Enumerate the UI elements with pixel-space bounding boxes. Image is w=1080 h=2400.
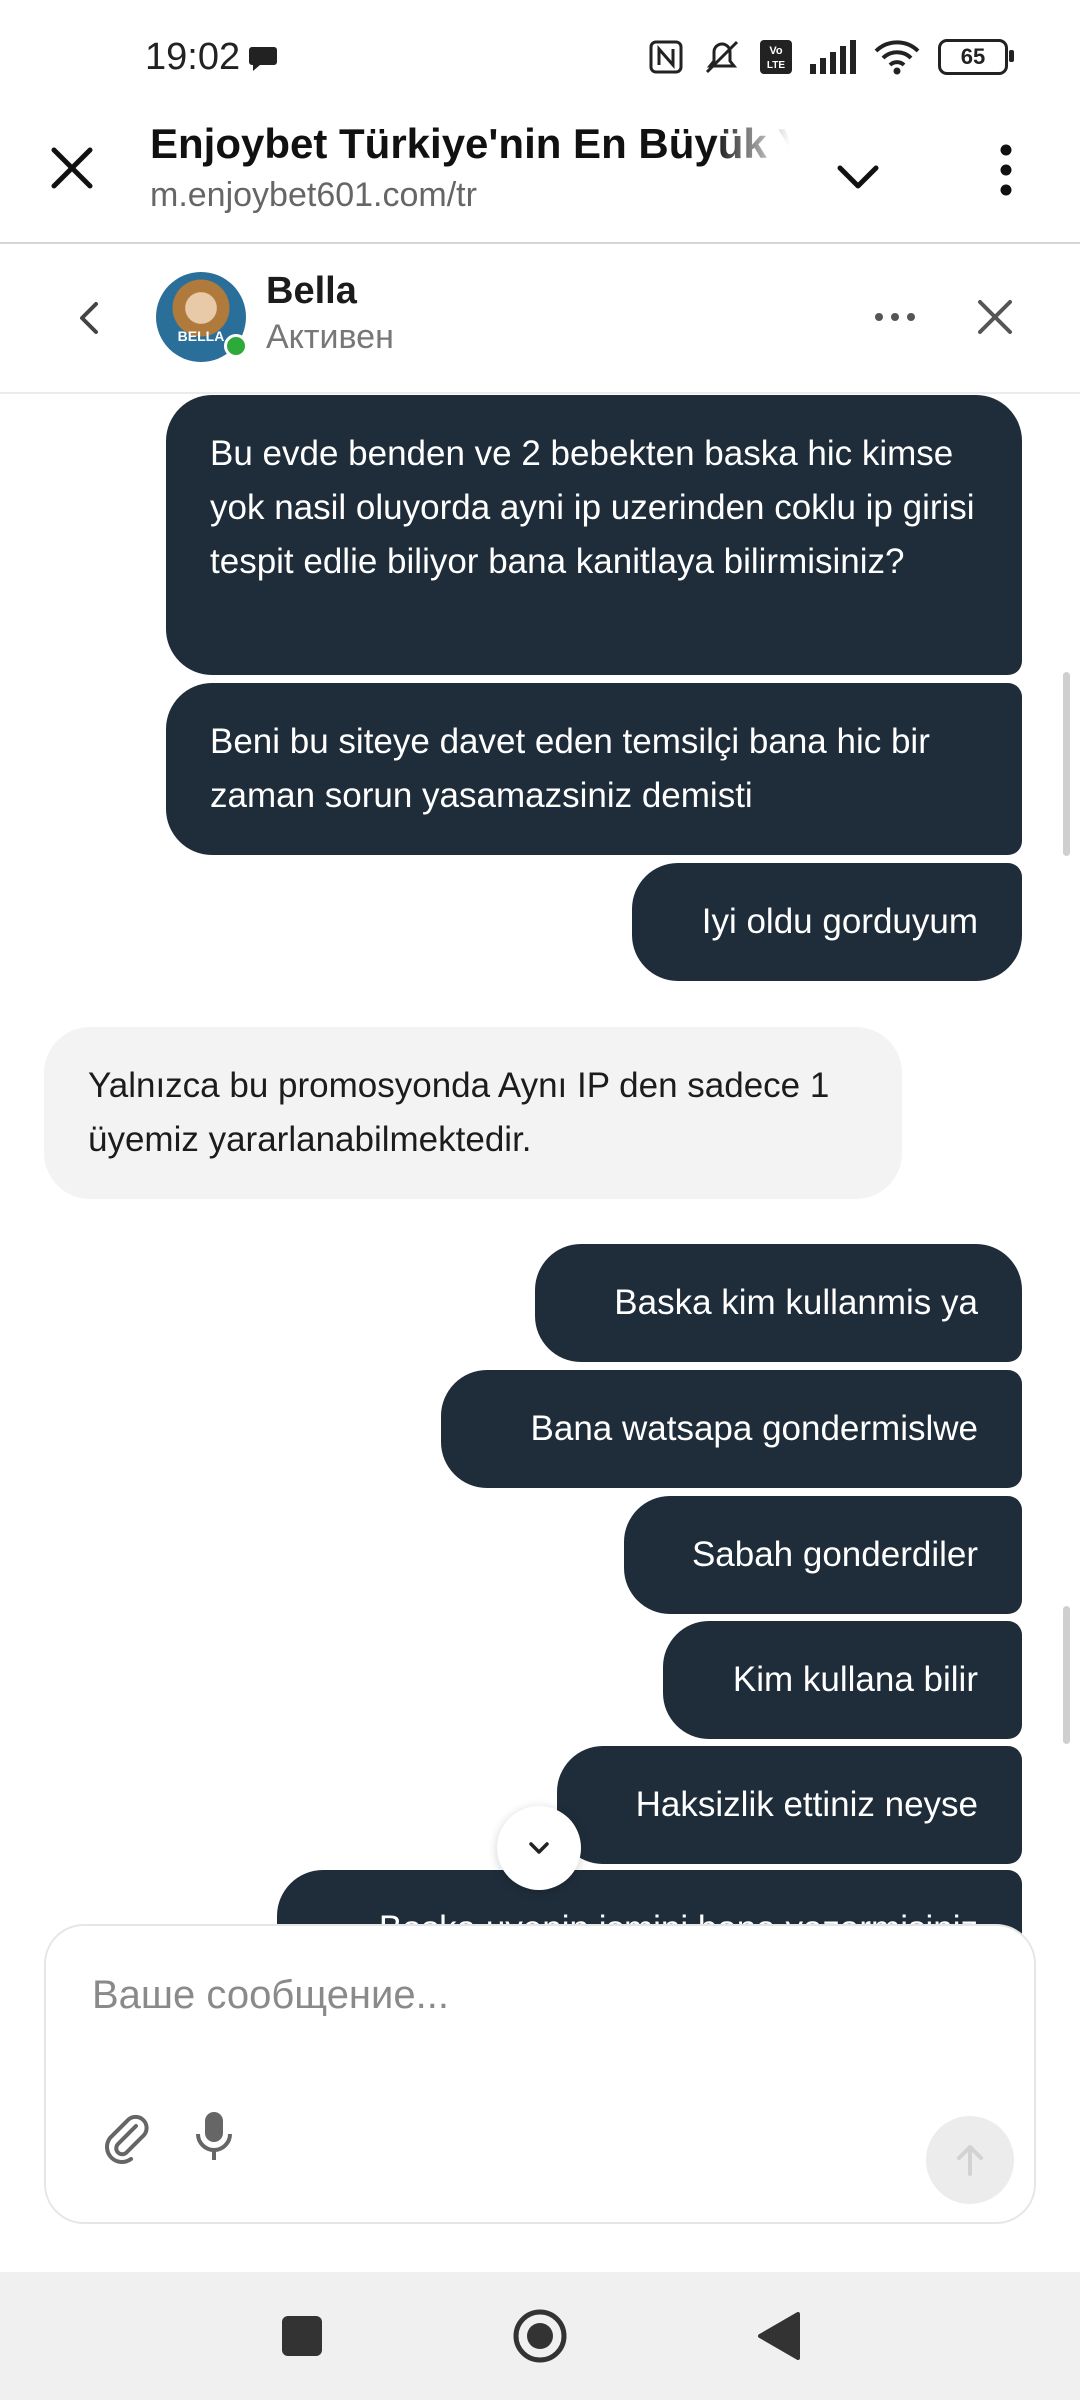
message-icon (249, 47, 277, 71)
online-indicator (224, 334, 248, 358)
recents-button[interactable] (282, 2316, 322, 2356)
back-arrow-icon[interactable] (62, 290, 118, 346)
nav-back-icon[interactable] (756, 2310, 802, 2362)
arrow-up-icon (957, 2145, 983, 2176)
chat-header: BELLA Bella Активен (0, 244, 1080, 394)
send-button[interactable] (926, 2116, 1014, 2204)
outgoing-message: Sabah gonderdiler (624, 1496, 1022, 1614)
outgoing-message: Baska kim kullanmis ya (535, 1244, 1022, 1362)
close-chat-icon[interactable] (968, 290, 1022, 344)
outgoing-message: Iyi oldu gorduyum (632, 863, 1022, 981)
message-text: Iyi oldu gorduyum (701, 902, 978, 941)
scrollbar-upper[interactable] (1063, 672, 1070, 856)
message-text: Beni bu siteye davet eden temsilçi bana … (210, 722, 930, 815)
status-icons: Vo LTE 65 (648, 38, 1014, 76)
outgoing-message: Bu evde benden ve 2 bebekten baska hic k… (166, 395, 1022, 675)
chevron-down-icon[interactable] (828, 146, 888, 206)
outgoing-message: Bana watsapa gondermislwe (441, 1370, 1022, 1488)
scrollbar-lower[interactable] (1063, 1606, 1070, 1744)
chevron-down-icon (529, 1842, 549, 1854)
page-title: Enjoybet Türkiye'nin En Büyük Ya (150, 120, 790, 167)
home-button-icon[interactable] (512, 2308, 568, 2364)
page-url[interactable]: m.enjoybet601.com/tr (150, 176, 477, 215)
kebab-menu-icon[interactable] (978, 140, 1034, 200)
close-tab-icon[interactable] (44, 140, 100, 196)
message-text: Yalnızca bu promosyonda Aynı IP den sade… (88, 1066, 830, 1159)
battery-icon: 65 (938, 39, 1014, 75)
status-bar: 19:02 Vo LTE 65 (0, 0, 1080, 110)
outgoing-message: Kim kullana bilir (663, 1621, 1022, 1739)
mute-icon (705, 40, 739, 74)
svg-text:LTE: LTE (767, 60, 785, 71)
browser-toolbar: Enjoybet Türkiye'nin En Büyük Ya m.enjoy… (0, 110, 1080, 244)
svg-text:Vo: Vo (769, 45, 783, 57)
nfc-icon (649, 40, 683, 74)
microphone-icon[interactable] (186, 2106, 242, 2166)
agent-status: Активен (266, 318, 394, 356)
outgoing-message: Haksizlik ettiniz neyse (557, 1746, 1022, 1864)
message-text: Sabah gonderdiler (691, 1535, 978, 1574)
message-text: Bu evde benden ve 2 bebekten baska hic k… (210, 434, 975, 581)
message-composer (44, 1924, 1036, 2224)
wifi-icon (874, 40, 920, 75)
scroll-to-bottom-button[interactable] (497, 1806, 581, 1890)
signal-icon (810, 40, 856, 74)
message-text: Kim kullana bilir (732, 1660, 978, 1699)
volte-icon: Vo LTE (760, 40, 792, 74)
status-time: 19:02 (145, 36, 241, 78)
message-text: Haksizlik ettiniz neyse (635, 1785, 978, 1824)
incoming-message: Yalnızca bu promosyonda Aynı IP den sade… (44, 1027, 902, 1199)
message-input[interactable] (90, 1954, 934, 2036)
system-nav-bar (0, 2272, 1080, 2400)
outgoing-message: Beni bu siteye davet eden temsilçi bana … (166, 683, 1022, 855)
message-text: Bana watsapa gondermislwe (530, 1409, 978, 1448)
message-text: Baska kim kullanmis ya (614, 1283, 978, 1322)
agent-name: Bella (266, 270, 357, 312)
avatar: BELLA (156, 272, 248, 362)
paperclip-icon[interactable] (98, 2108, 154, 2164)
more-options-icon[interactable] (870, 292, 920, 342)
